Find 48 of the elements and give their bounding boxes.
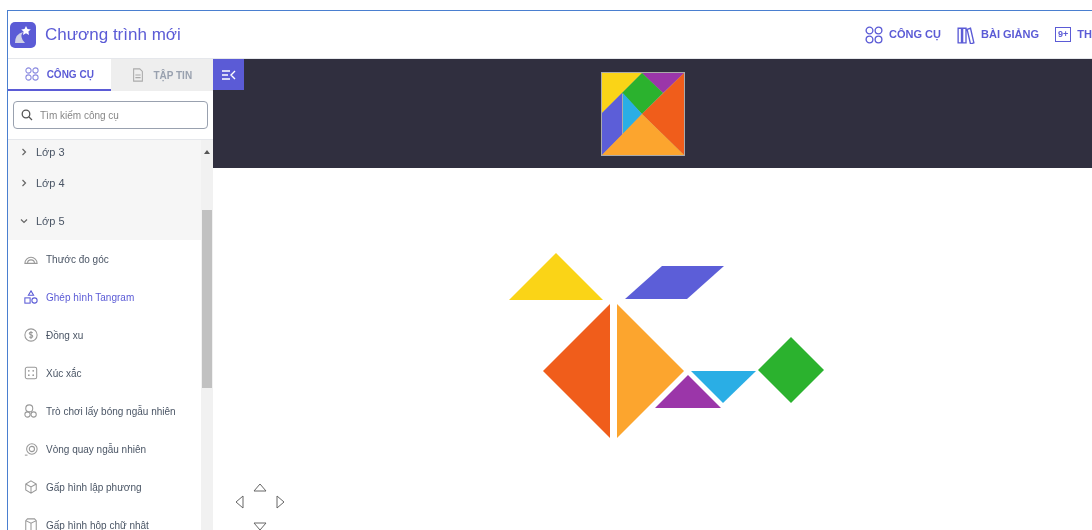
collapse-icon bbox=[221, 69, 236, 80]
tree-group[interactable]: Lớp 3 bbox=[8, 140, 201, 164]
search-icon bbox=[21, 109, 33, 121]
grid-circles-icon bbox=[865, 25, 884, 44]
tangram-piece[interactable] bbox=[691, 371, 756, 403]
tool-item[interactable]: Gấp hình hộp chữ nhật bbox=[8, 506, 201, 530]
books-icon bbox=[957, 25, 975, 44]
tool-item[interactable]: Đồng xu bbox=[8, 316, 201, 354]
dice-icon bbox=[24, 366, 38, 380]
nav-link[interactable]: BÀI GIẢNG bbox=[957, 25, 1040, 44]
pan-left-icon[interactable] bbox=[235, 495, 244, 509]
pan-up-icon[interactable] bbox=[253, 483, 267, 492]
app-title: Chương trình mới bbox=[45, 23, 181, 46]
scroll-up-icon[interactable] bbox=[204, 150, 210, 154]
file-icon bbox=[131, 68, 146, 82]
tool-item[interactable]: Trò chơi lấy bóng ngẫu nhiên bbox=[8, 392, 201, 430]
chevron-right-icon bbox=[20, 148, 28, 156]
tangram-piece[interactable] bbox=[543, 304, 610, 438]
chevron-down-icon bbox=[20, 217, 28, 225]
grid-circles-icon bbox=[24, 67, 39, 81]
counter-badge: 9+ bbox=[1055, 27, 1072, 42]
collapse-sidebar-button[interactable] bbox=[213, 59, 244, 90]
shapes-icon bbox=[24, 290, 38, 304]
chevron-right-icon bbox=[20, 179, 28, 187]
tangram-piece[interactable] bbox=[655, 375, 721, 408]
cube-icon bbox=[24, 480, 38, 494]
box-icon bbox=[24, 518, 38, 530]
search-field[interactable]: Tìm kiếm công cụ bbox=[13, 101, 208, 129]
tree-group[interactable]: Lớp 5 bbox=[8, 202, 201, 240]
tool-item[interactable]: Thước đo góc bbox=[8, 240, 201, 278]
tool-item[interactable]: Gấp hình lập phương bbox=[8, 468, 201, 506]
nav-link[interactable]: CÔNG CỤ bbox=[865, 25, 941, 44]
coin-icon bbox=[24, 328, 38, 342]
app-logo-icon bbox=[9, 20, 37, 49]
tangram-piece[interactable] bbox=[625, 266, 724, 299]
pan-down-icon[interactable] bbox=[253, 522, 267, 530]
tree-group[interactable]: Lớp 4 bbox=[8, 164, 201, 202]
scrollbar-thumb[interactable] bbox=[202, 210, 212, 388]
tool-item[interactable]: Vòng quay ngẫu nhiên bbox=[8, 430, 201, 468]
spinner-icon bbox=[24, 442, 38, 456]
scrollbar[interactable] bbox=[201, 140, 213, 530]
tool-item[interactable]: Ghép hình Tangram bbox=[8, 278, 201, 316]
tangram-piece[interactable] bbox=[758, 337, 824, 403]
balls-icon bbox=[24, 404, 38, 418]
pan-right-icon[interactable] bbox=[276, 495, 285, 509]
tangram-piece[interactable] bbox=[617, 304, 684, 438]
tool-item[interactable]: Xúc xắc bbox=[8, 354, 201, 392]
nav-link[interactable]: 9+ TH bbox=[1055, 26, 1092, 43]
